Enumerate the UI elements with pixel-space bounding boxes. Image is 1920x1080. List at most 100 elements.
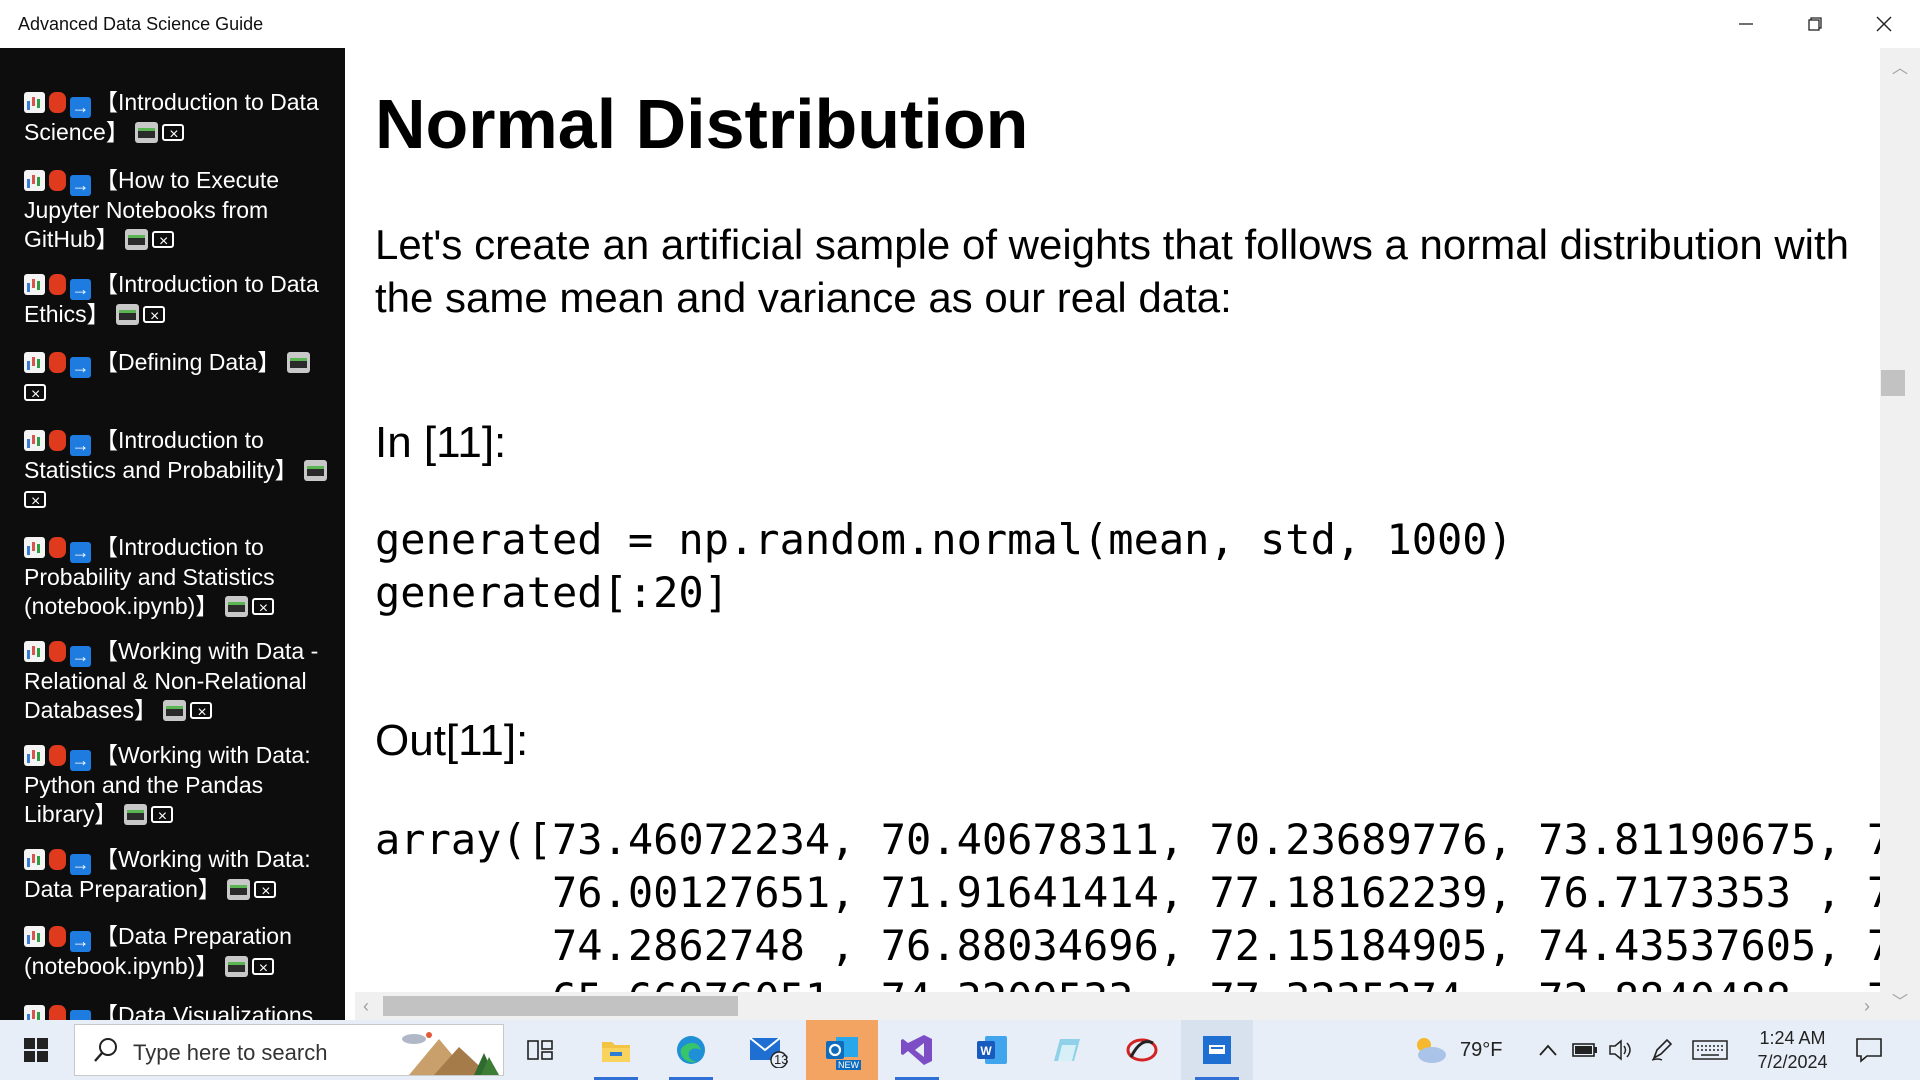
restore-icon <box>1808 17 1822 31</box>
delete-icon <box>251 954 274 983</box>
right-arrow-icon: → <box>70 854 91 875</box>
taskbar-search-box[interactable]: Type here to search <box>74 1024 504 1076</box>
sidebar-item-probability-notebook[interactable]: → 【Introduction to Probability and Statis… <box>24 533 334 623</box>
sidebar-nav: →【Introduction to Data Science】 →【How to… <box>0 48 345 1020</box>
terminal-icon <box>286 352 310 373</box>
weather-widget[interactable]: 79°F <box>1410 1020 1502 1080</box>
word-icon: W <box>977 1036 1007 1064</box>
taskbar-outlook-new[interactable]: NEW <box>806 1020 878 1080</box>
sidebar-item-intro-data-science[interactable]: → 【Introduction to Data Science】 <box>24 88 334 149</box>
minimize-button[interactable] <box>1712 0 1780 48</box>
code-line: generated[:20] <box>375 568 730 617</box>
sidebar-item-stats-probability[interactable]: → 【Introduction to Statistics and Probabi… <box>24 426 334 516</box>
delete-icon <box>24 380 46 409</box>
windows-logo-icon <box>24 1038 48 1062</box>
speaker-icon <box>1609 1039 1631 1061</box>
title-bar: Advanced Data Science Guide <box>0 0 1920 48</box>
database-icon <box>49 170 66 191</box>
bar-chart-icon <box>24 849 45 870</box>
search-highlight-illustration <box>402 1032 499 1075</box>
taskbar-data-science-guide[interactable] <box>1181 1020 1253 1080</box>
taskbar-edge[interactable] <box>655 1020 727 1080</box>
taskbar-file-explorer[interactable] <box>580 1020 652 1080</box>
pen-icon <box>1651 1038 1673 1061</box>
close-button[interactable] <box>1850 0 1918 48</box>
edge-browser-icon <box>677 1036 705 1064</box>
outlook-new-badge: NEW <box>836 1060 861 1070</box>
bar-chart-icon <box>24 274 45 295</box>
task-view-icon <box>527 1040 553 1060</box>
right-arrow-icon: → <box>70 931 91 952</box>
battery-icon <box>1572 1043 1597 1057</box>
terminal-icon <box>303 460 327 481</box>
weather-temperature: 79°F <box>1460 1038 1503 1061</box>
right-arrow-icon: → <box>70 357 91 378</box>
sidebar-item-defining-data[interactable]: → 【Defining Data】 <box>24 348 334 409</box>
show-hidden-icons-button[interactable] <box>1538 1020 1558 1080</box>
sidebar-item-data-ethics[interactable]: → 【Introduction to Data Ethics】 <box>24 270 334 331</box>
right-arrow-icon: → <box>70 646 91 667</box>
database-icon <box>49 1005 66 1020</box>
sidebar-item-data-visualizations[interactable]: → 【Data Visualizations <box>24 1001 334 1020</box>
taskbar-mail[interactable]: 13 <box>731 1020 803 1080</box>
clock-date: 7/2/2024 <box>1757 1052 1828 1072</box>
pen-workspace-button[interactable] <box>1650 1020 1674 1080</box>
taskbar-visual-studio[interactable] <box>881 1020 953 1080</box>
page-title: Normal Distribution <box>375 85 1029 163</box>
sidebar-item-data-preparation[interactable]: → 【Working with Data: Data Preparation】 <box>24 845 334 906</box>
delete-icon <box>254 877 277 906</box>
taskbar-notes-app[interactable] <box>1031 1020 1103 1080</box>
delete-icon <box>251 594 274 623</box>
folder-icon <box>602 1042 630 1062</box>
vertical-scrollbar[interactable]: ︿ ﹀ <box>1880 48 1920 1020</box>
start-button[interactable] <box>0 1020 72 1080</box>
database-icon <box>49 849 66 870</box>
output-line: 74.2862748 , 76.88034696, 72.15184905, 7… <box>375 921 1880 970</box>
vertical-scroll-thumb[interactable] <box>1881 370 1905 396</box>
touch-keyboard-button[interactable] <box>1692 1020 1728 1080</box>
right-arrow-icon: → <box>70 435 91 456</box>
terminal-icon <box>135 122 159 143</box>
notification-center-button[interactable] <box>1855 1020 1883 1080</box>
scroll-up-icon[interactable]: ︿ <box>1892 54 1908 78</box>
code-line: generated = np.random.normal(mean, std, … <box>375 515 1513 564</box>
intro-paragraph: Let's create an artificial sample of wei… <box>375 221 1850 321</box>
delete-icon <box>190 698 213 727</box>
database-icon <box>49 641 66 662</box>
bar-chart-icon <box>24 92 45 113</box>
scroll-right-icon[interactable]: › <box>1864 996 1870 1017</box>
restore-button[interactable] <box>1781 0 1849 48</box>
database-icon <box>49 926 66 947</box>
database-icon <box>49 537 66 558</box>
scroll-left-icon[interactable]: ‹ <box>363 996 369 1017</box>
system-clock[interactable]: 1:24 AM 7/2/2024 <box>1745 1026 1840 1074</box>
code-cell: generated = np.random.normal(mean, std, … <box>375 513 1513 619</box>
volume-control[interactable] <box>1608 1020 1634 1080</box>
window-title: Advanced Data Science Guide <box>18 14 264 34</box>
battery-indicator[interactable] <box>1572 1020 1598 1080</box>
taskbar-word[interactable]: W <box>956 1020 1028 1080</box>
bar-chart-icon <box>24 430 45 451</box>
partly-cloudy-icon <box>1417 1038 1446 1063</box>
bar-chart-icon <box>24 537 45 558</box>
bar-chart-icon <box>24 1005 45 1020</box>
bar-chart-icon <box>24 641 45 662</box>
task-view-button[interactable] <box>504 1020 576 1080</box>
sidebar-item-jupyter-github[interactable]: → 【How to Execute Jupyter Notebooks from … <box>24 166 334 256</box>
output-line: array([73.46072234, 70.40678311, 70.2368… <box>375 815 1880 864</box>
sidebar-item-databases[interactable]: → 【Working with Data - Relational & Non-R… <box>24 637 334 727</box>
keyboard-icon <box>1692 1040 1728 1060</box>
scroll-down-icon[interactable]: ﹀ <box>1892 988 1908 1012</box>
horizontal-scroll-thumb[interactable] <box>383 996 738 1016</box>
svg-text:W: W <box>980 1044 992 1058</box>
horizontal-scrollbar[interactable]: ‹ › <box>355 992 1880 1020</box>
database-icon <box>49 352 66 373</box>
sidebar-item-pandas[interactable]: → 【Working with Data: Python and the Pand… <box>24 741 334 831</box>
input-prompt: In [11]: <box>375 418 507 467</box>
guide-app-icon <box>1203 1036 1231 1064</box>
terminal-icon <box>224 956 248 977</box>
terminal-icon <box>124 229 148 250</box>
taskbar-red-app[interactable] <box>1106 1020 1178 1080</box>
right-arrow-icon: → <box>70 175 91 196</box>
sidebar-item-data-preparation-notebook[interactable]: → 【Data Preparation (notebook.ipynb)】 <box>24 922 334 983</box>
